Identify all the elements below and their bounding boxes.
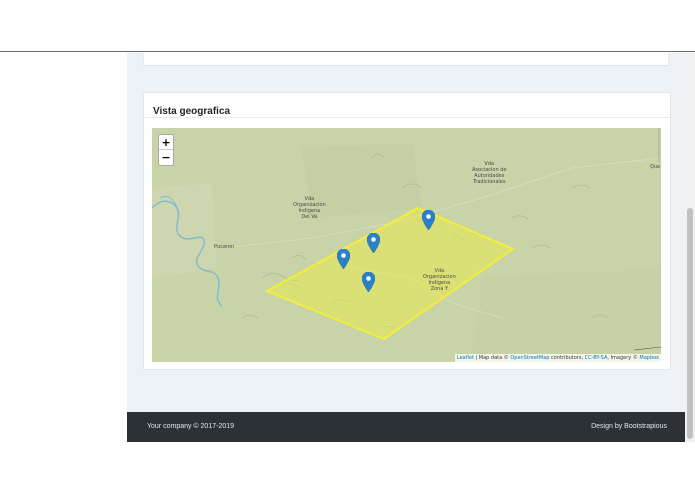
zoom-in-button[interactable]: + [159, 135, 173, 150]
previous-card [143, 53, 669, 66]
zoom-out-button[interactable]: − [159, 150, 173, 165]
map-label-vda-organizacion-zona-y: Vda Organizacion Indigena Zona Y [423, 268, 456, 292]
map-marker-icon[interactable] [362, 272, 375, 292]
leaflet-link[interactable]: Leaflet [457, 355, 474, 361]
map-card: Vista geografica + − Vda Asociacion de A… [143, 92, 671, 370]
footer: Your company © 2017-2019 Design by Boots… [127, 412, 685, 442]
page-scrollbar[interactable] [685, 53, 695, 442]
map-marker-icon[interactable] [367, 233, 380, 253]
left-column [0, 53, 127, 442]
map-marker-icon[interactable] [422, 210, 435, 230]
map-label-vda-organizacion-del-va: Vda Organizacion Indigena Del Va [293, 196, 326, 220]
license-link[interactable]: CC-BY-SA [585, 355, 608, 361]
footer-copyright: Your company © 2017-2019 [147, 423, 235, 430]
map-attribution: Leaflet | Map data © OpenStreetMap contr… [454, 354, 661, 362]
footer-design-credit: Design by Bootstrapious [591, 423, 667, 430]
card-header: Vista geografica [144, 93, 670, 118]
scrollbar-thumb[interactable] [687, 208, 693, 439]
osm-link[interactable]: OpenStreetMap [510, 355, 549, 361]
mapbox-link[interactable]: Mapbox [639, 355, 659, 361]
attribution-contributors: contributors, [549, 355, 585, 361]
main-content: Vista geografica + − Vda Asociacion de A… [127, 53, 685, 412]
zoom-control: + − [158, 134, 174, 166]
map-label-pucaron: Pucaron [214, 244, 235, 250]
attribution-imagery: , Imagery © [607, 355, 640, 361]
map-label-que: Que [650, 164, 661, 170]
attribution-text: | Map data © [473, 355, 511, 361]
map-label-vda-asociacion: Vda Asociacion de Autoridades Tradiciona… [472, 161, 507, 185]
top-navbar [0, 0, 695, 52]
map[interactable]: + − Vda Asociacion de Autoridades Tradic… [152, 128, 661, 362]
map-marker-icon[interactable] [337, 249, 350, 269]
card-title: Vista geografica [153, 106, 231, 117]
